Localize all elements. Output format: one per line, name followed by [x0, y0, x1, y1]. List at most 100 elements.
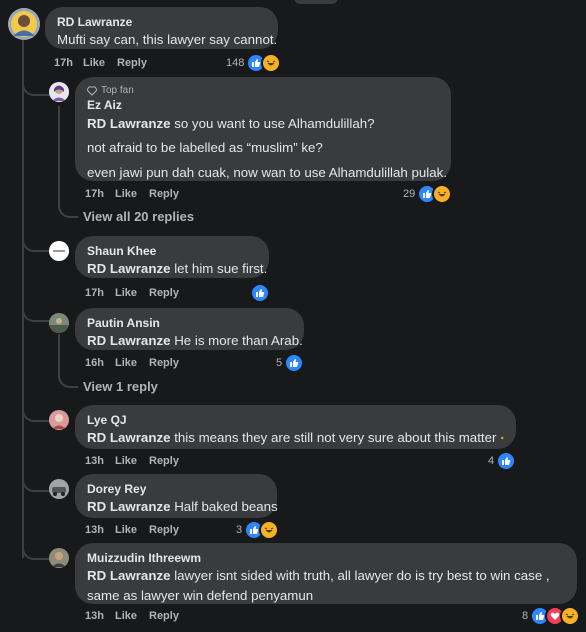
- comment-bubble: Lye QJ RD Lawranze this means they are s…: [75, 405, 516, 449]
- comment-text: RD Lawranze so you want to use Alhamduli…: [87, 113, 439, 135]
- comment-text: not afraid to be labelled as “muslim” ke…: [87, 140, 323, 155]
- comment-bubble: Shaun Khee RD Lawranze let him sue first…: [75, 236, 269, 278]
- avatar[interactable]: [8, 8, 40, 40]
- comment-bubble: Dorey Rey RD Lawranze Half baked beans: [75, 474, 278, 518]
- comment-time[interactable]: 17h: [54, 57, 73, 69]
- avatar-image: [49, 479, 69, 499]
- reaction-summary[interactable]: [250, 283, 270, 303]
- comment-text: RD Lawranze Half baked beans: [87, 497, 278, 517]
- haha-reaction-icon: [261, 53, 282, 73]
- avatar[interactable]: [49, 241, 69, 261]
- comment-text-part: Half baked beans: [170, 499, 278, 514]
- reaction-summary[interactable]: 4: [488, 451, 517, 471]
- mention-tag[interactable]: RD Lawranze: [87, 499, 171, 514]
- avatar-image: [8, 8, 40, 40]
- reaction-count: 3: [236, 524, 243, 536]
- mention-tag[interactable]: RD Lawranze: [87, 428, 171, 448]
- like-action[interactable]: Like: [115, 610, 137, 622]
- comment-text: Mufti say can, this lawyer say cannot.: [57, 32, 278, 47]
- worried-emoji-icon: [501, 436, 504, 440]
- comment-text-part: let him sue first.: [170, 261, 268, 276]
- reply-action[interactable]: Reply: [149, 188, 179, 200]
- reaction-count: 5: [276, 357, 283, 369]
- avatar-image: [49, 82, 69, 102]
- haha-reaction-icon: [432, 184, 453, 204]
- comment-text: RD Lawranze lawyer isnt sided with truth…: [87, 566, 565, 586]
- comment-bubble: RD Lawranze Mufti say can, this lawyer s…: [45, 7, 278, 49]
- comment-author[interactable]: Lye QJ: [87, 412, 504, 428]
- avatar[interactable]: [49, 548, 69, 568]
- comment-text-part: lawyer isnt sided with truth, all lawyer…: [170, 568, 550, 583]
- reaction-count: 29: [403, 188, 416, 200]
- comment-time[interactable]: 17h: [85, 188, 104, 200]
- like-reaction-icon: [250, 283, 270, 303]
- reply-action[interactable]: Reply: [149, 287, 179, 299]
- close-button[interactable]: [294, 0, 338, 4]
- thread-connector: [22, 70, 50, 96]
- like-action[interactable]: Like: [115, 524, 137, 536]
- comment-author[interactable]: Shaun Khee: [87, 243, 257, 259]
- haha-reaction-icon: [560, 606, 581, 626]
- top-fan-badge: Top fan: [87, 84, 439, 97]
- thread-connector: [22, 536, 50, 560]
- comment-text: RD Lawranze He is more than Arab.: [87, 331, 303, 351]
- comment-author[interactable]: Muizzudin Ithreewm: [87, 550, 565, 566]
- comment-bubble: Pautin Ansin RD Lawranze He is more than…: [75, 308, 304, 350]
- avatar[interactable]: [49, 410, 69, 430]
- comment-bubble: Muizzudin Ithreewm RD Lawranze lawyer is…: [75, 543, 577, 604]
- thread-line-ez: [58, 106, 60, 204]
- reaction-summary[interactable]: 3: [236, 520, 280, 540]
- comment-bubble: Top fan Ez Aiz RD Lawranze so you want t…: [75, 77, 451, 181]
- reply-action[interactable]: Reply: [149, 524, 179, 536]
- comment-time[interactable]: 17h: [85, 287, 104, 299]
- like-action[interactable]: Like: [115, 188, 137, 200]
- reaction-summary[interactable]: 5: [276, 353, 305, 373]
- reply-action[interactable]: Reply: [149, 455, 179, 467]
- like-action[interactable]: Like: [83, 57, 105, 69]
- comment-text-part: this means they are still not very sure …: [170, 430, 497, 445]
- mention-tag[interactable]: RD Lawranze: [87, 333, 171, 348]
- reaction-count: 4: [488, 455, 495, 467]
- like-reaction-icon: [496, 451, 517, 471]
- like-action[interactable]: Like: [115, 455, 137, 467]
- comment-time[interactable]: 16h: [85, 357, 104, 369]
- comment-author[interactable]: RD Lawranze: [57, 14, 266, 30]
- like-action[interactable]: Like: [115, 287, 137, 299]
- reaction-summary[interactable]: 148: [226, 53, 282, 73]
- mention-tag[interactable]: RD Lawranze: [87, 116, 171, 131]
- comment-time[interactable]: 13h: [85, 524, 104, 536]
- thread-connector: [58, 372, 78, 388]
- comment-time[interactable]: 13h: [85, 455, 104, 467]
- avatar[interactable]: [49, 82, 69, 102]
- comment-text-part: so you want to use Alhamdulillah?: [170, 116, 375, 131]
- comment-author[interactable]: Dorey Rey: [87, 481, 265, 497]
- reaction-summary[interactable]: 29: [403, 184, 453, 204]
- view-replies-link[interactable]: View all 20 replies: [83, 209, 194, 224]
- thread-connector: [22, 298, 50, 322]
- like-action[interactable]: Like: [115, 357, 137, 369]
- reaction-summary[interactable]: 8: [522, 606, 581, 626]
- comment-text-part: He is more than Arab.: [170, 333, 303, 348]
- reply-action[interactable]: Reply: [149, 357, 179, 369]
- reaction-count: 8: [522, 610, 529, 622]
- avatar-image: [49, 313, 69, 333]
- thread-connector: [22, 228, 50, 252]
- comment-text: same as lawyer win defend penyamun: [87, 588, 314, 603]
- haha-reaction-icon: [259, 520, 280, 540]
- mention-tag[interactable]: RD Lawranze: [87, 568, 171, 583]
- view-replies-link[interactable]: View 1 reply: [83, 379, 158, 394]
- reaction-count: 148: [226, 57, 245, 69]
- avatar-image: [49, 241, 69, 261]
- comment-text: even jawi pun dah cuak, now wan to use A…: [87, 165, 447, 180]
- comment-time[interactable]: 13h: [85, 610, 104, 622]
- mention-tag[interactable]: RD Lawranze: [87, 261, 171, 276]
- thread-connector: [22, 466, 50, 492]
- comment-author[interactable]: Pautin Ansin: [87, 315, 292, 331]
- reply-action[interactable]: Reply: [149, 610, 179, 622]
- reply-action[interactable]: Reply: [117, 57, 147, 69]
- thread-line-pautin: [58, 334, 60, 374]
- comment-author[interactable]: Ez Aiz: [87, 97, 439, 113]
- avatar[interactable]: [49, 479, 69, 499]
- diamond-icon: [87, 86, 97, 96]
- avatar[interactable]: [49, 313, 69, 333]
